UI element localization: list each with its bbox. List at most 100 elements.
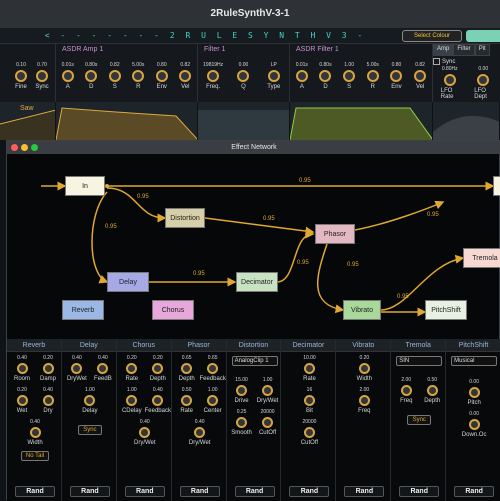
connection-line[interactable] [317,243,345,314]
tremola-wave-select[interactable]: SIN [396,356,443,366]
node-delay[interactable]: Delay [107,272,149,292]
connection-line[interactable] [276,229,315,283]
filter-vel-knob[interactable]: 0.82 Vel [411,62,429,90]
tab-amp[interactable]: Amp [433,44,454,56]
distortion-drywet-knob[interactable]: 1.00 Dry/Wet [257,377,279,404]
select-colour-button[interactable]: Select Colour [402,30,462,42]
sync-knob[interactable]: 0.70 Sync [33,62,51,90]
node-reverb[interactable]: Reverb [62,300,104,320]
filter-decay-knob[interactable]: 0.80s D [316,62,334,90]
reverb-room-knob[interactable]: 0.40 Room [11,355,33,382]
connection-gain-label[interactable]: 0.95 [347,262,359,268]
reverb-wet-knob[interactable]: 0.20 Wet [11,387,33,414]
amp-sustain-knob[interactable]: 0.82 S [106,62,124,90]
connection-gain-label[interactable]: 0.95 [193,271,205,277]
node-tremola[interactable]: Tremola [463,248,500,268]
fine-knob[interactable]: 0.10 Fine [12,62,30,90]
chorus-delay-knob[interactable]: 1.00 CDelay [121,387,143,414]
connection-gain-label[interactable]: 0.95 [263,216,275,222]
phasor-center-knob[interactable]: 1.00 Center [202,387,224,414]
amp-env-knob[interactable]: 0.80 Env [153,62,171,90]
distortion-rand-button[interactable]: Rand [234,486,275,497]
connection-gain-label[interactable]: 0.95 [137,194,149,200]
delay-time-knob[interactable]: 1.00 Delay [79,387,101,414]
pitchshift-rand-button[interactable]: Rand [454,486,495,497]
delay-drywet-knob[interactable]: 0.40 DryWet [66,355,88,382]
tremola-depth-knob[interactable]: 0.50 Depth [421,377,443,404]
lfo-rate-knob[interactable]: 0.80Hz LFO Rate [441,66,459,100]
no-tail-button[interactable]: No Tail [21,451,49,461]
tremola-freq-knob[interactable]: 2.00 Freq [395,377,417,404]
filter-release-knob[interactable]: 5.00s R [364,62,382,90]
filter-q-knob[interactable]: 0.00 Q [234,62,252,90]
connection-gain-label[interactable]: 0.95 [105,224,117,230]
chorus-depth-knob[interactable]: 0.20 Depth [147,355,169,382]
reverb-rand-button[interactable]: Rand [15,486,55,497]
distortion-smooth-knob[interactable]: 0.25 Smooth [231,409,253,436]
node-out[interactable] [493,176,500,196]
distortion-type-select[interactable]: AnalogClip 1 [231,356,278,366]
preset-button[interactable] [466,30,500,42]
filter-env-knob[interactable]: 0.80 Env [387,62,405,90]
close-button[interactable] [11,144,18,151]
phasor-feedback-knob[interactable]: 0.65 Feedback [200,355,226,382]
amp-attack-knob[interactable]: 0.01s A [59,62,77,90]
phasor-drywet-knob[interactable]: 0.40 Dry/Wet [189,419,211,446]
lfo-depth-knob[interactable]: 0.00 LFO Dept [474,66,492,100]
node-pitchshift[interactable]: PitchShift [425,300,467,320]
pitchshift-downoc-knob[interactable]: 0.00 Down.Oc [462,411,487,438]
connection-line[interactable] [204,217,315,236]
phasor-depth-knob[interactable]: 0.65 Depth [176,355,198,382]
filter-sustain-knob[interactable]: 1.00 S [340,62,358,90]
delay-rand-button[interactable]: Rand [69,486,110,497]
distortion-drive-knob[interactable]: 15.00 Drive [231,377,253,404]
phasor-rate-knob[interactable]: 0.50 Rate [176,387,198,414]
connection-gain-label[interactable]: 0.95 [299,178,311,184]
minimize-button[interactable] [21,144,28,151]
reverb-damp-knob[interactable]: 0.20 Damp [37,355,59,382]
phasor-rand-button[interactable]: Rand [179,486,220,497]
node-in[interactable]: In [65,176,105,196]
sync-checkbox[interactable] [433,58,440,65]
pitchshift-pitch-knob[interactable]: 0.00 Pitch [463,379,485,406]
node-chorus[interactable]: Chorus [152,300,194,320]
connection-gain-label[interactable]: 0.95 [297,260,309,266]
filter-attack-knob[interactable]: 0.01s A [293,62,311,90]
filter-freq-knob[interactable]: 19819Hz Freq. [203,62,223,90]
chorus-drywet-knob[interactable]: 0.40 Dry/Wet [134,419,156,446]
vibrato-freq-knob[interactable]: 2.00 Freq [353,387,375,414]
delay-feedback-knob[interactable]: 0.40 FeedB [92,355,114,382]
decimator-cutoff-knob[interactable]: 20000 CutOff [298,419,320,446]
tab-filter[interactable]: Filter [453,44,475,56]
reverb-width-knob[interactable]: 0.40 Width [24,419,46,446]
tremola-rand-button[interactable]: Rand [399,486,440,497]
vibrato-width-knob[interactable]: 0.20 Width [353,355,375,382]
chorus-rate-knob[interactable]: 0.20 Rate [121,355,143,382]
tremola-sync-button[interactable]: Sync [407,415,432,425]
decimator-bit-knob[interactable]: 16 Bit [298,387,320,414]
chorus-rand-button[interactable]: Rand [124,486,165,497]
vibrato-rand-button[interactable]: Rand [344,486,385,497]
connection-line[interactable] [106,187,167,223]
reverb-dry-knob[interactable]: 0.40 Dry [37,387,59,414]
distortion-cutoff-knob[interactable]: 20000 CutOff [257,409,279,436]
filter-type-knob[interactable]: LP Type [265,62,283,90]
effect-network-titlebar[interactable]: Effect Network [7,141,500,154]
connection-gain-label[interactable]: 0.95 [397,294,409,300]
pitchshift-mode-select[interactable]: Musical [451,356,498,366]
node-vibrato[interactable]: Vibrato [343,300,381,320]
decimator-rand-button[interactable]: Rand [289,486,330,497]
amp-release-knob[interactable]: 5.00s R [129,62,147,90]
zoom-button[interactable] [31,144,38,151]
amp-vel-knob[interactable]: 0.82 Vel [176,62,194,90]
lfo-sync-toggle[interactable]: Sync [433,58,455,65]
node-phasor[interactable]: Phasor [315,224,355,244]
decimator-rate-knob[interactable]: 10.00 Rate [298,355,320,382]
connection-line[interactable] [91,191,109,284]
tab-pitch[interactable]: Pit [474,44,490,56]
node-decimator[interactable]: Decimator [236,272,278,292]
delay-sync-button[interactable]: Sync [77,425,102,435]
chorus-feedback-knob[interactable]: 0.40 Feedback [145,387,171,414]
node-distortion[interactable]: Distortion [165,208,205,228]
connection-gain-label[interactable]: 0.95 [427,212,439,218]
